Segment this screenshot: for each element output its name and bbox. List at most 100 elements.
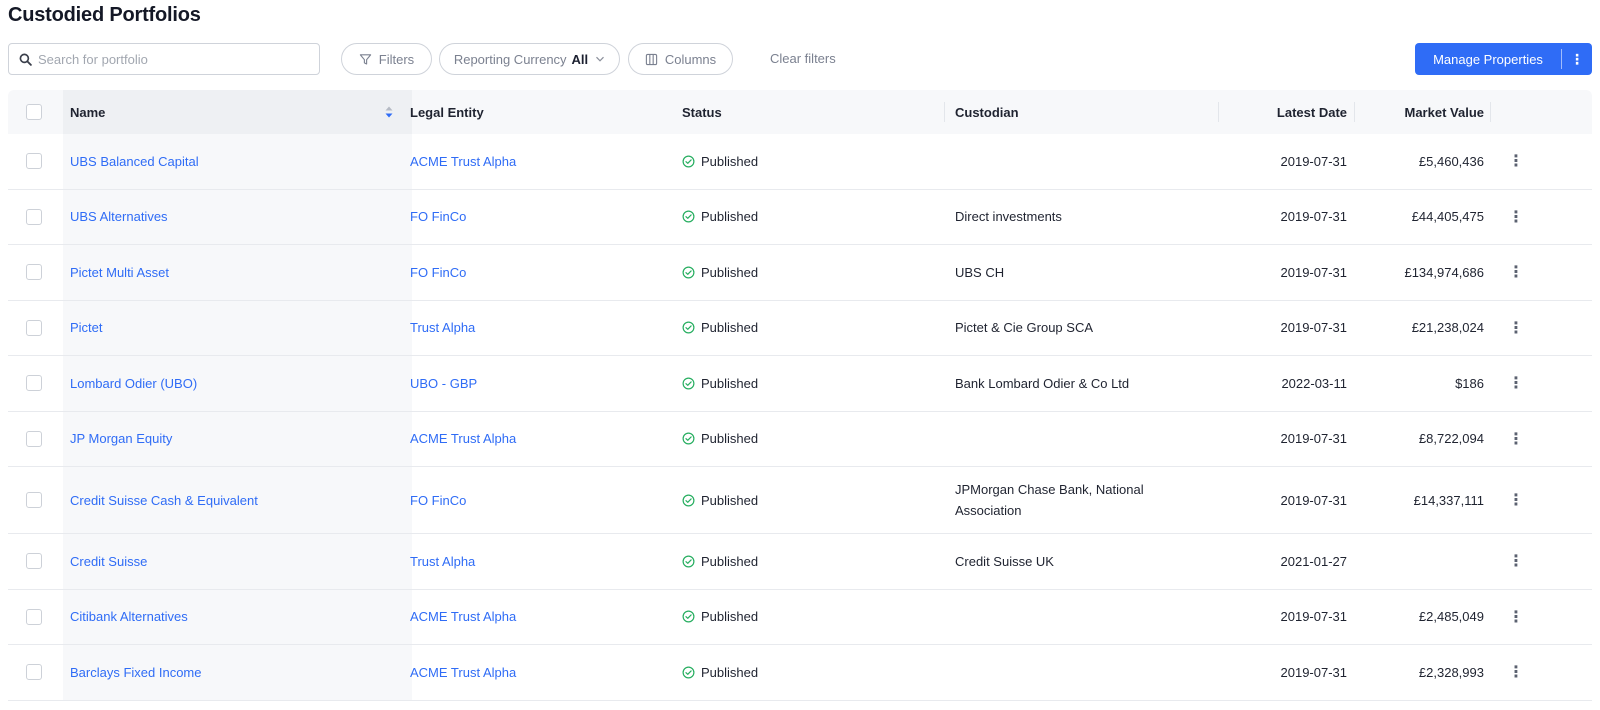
market-value-text: £44,405,475: [1411, 209, 1484, 225]
header-latest-date[interactable]: Latest Date: [1228, 90, 1347, 134]
row-checkbox[interactable]: [26, 492, 42, 508]
portfolio-name-link[interactable]: Citibank Alternatives: [70, 590, 188, 645]
table-row[interactable]: Credit Suisse Trust Alpha Published Cred…: [8, 534, 1592, 590]
legal-entity-link[interactable]: Trust Alpha: [410, 301, 475, 356]
kebab-icon[interactable]: ⋮: [1562, 51, 1592, 68]
status-cell: Published: [682, 412, 758, 467]
kebab-icon[interactable]: ⋮: [1508, 590, 1524, 645]
market-value-text: £8,722,094: [1418, 431, 1484, 447]
table-row[interactable]: UBS Balanced Capital ACME Trust Alpha Pu…: [8, 134, 1592, 190]
legal-entity-link[interactable]: FO FinCo: [410, 245, 466, 300]
search-box[interactable]: [8, 43, 320, 75]
legal-entity-link[interactable]: ACME Trust Alpha: [410, 590, 516, 645]
sort-icon[interactable]: [384, 90, 394, 134]
row-select-cell: [26, 412, 42, 467]
kebab-icon[interactable]: ⋮: [1508, 190, 1524, 245]
kebab-icon[interactable]: ⋮: [1508, 645, 1524, 700]
columns-button[interactable]: Columns: [628, 43, 733, 75]
legal-entity-link[interactable]: UBO - GBP: [410, 356, 477, 411]
legal-entity-link[interactable]: Trust Alpha: [410, 534, 475, 589]
header-custodian[interactable]: Custodian: [955, 90, 1019, 134]
reporting-currency-select[interactable]: Reporting Currency All: [439, 43, 620, 75]
check-circle-icon: [682, 155, 695, 168]
legal-entity-link[interactable]: ACME Trust Alpha: [410, 645, 516, 700]
latest-date-text: 2019-07-31: [1280, 153, 1348, 169]
portfolio-name-link[interactable]: JP Morgan Equity: [70, 412, 172, 467]
check-circle-icon: [682, 494, 695, 506]
portfolio-name-link[interactable]: Credit Suisse: [70, 534, 147, 589]
row-checkbox[interactable]: [26, 153, 42, 170]
portfolio-name-link[interactable]: Barclays Fixed Income: [70, 645, 202, 700]
row-checkbox[interactable]: [26, 664, 42, 681]
row-checkbox[interactable]: [26, 264, 42, 281]
filters-button[interactable]: Filters: [341, 43, 432, 75]
header-legal-entity[interactable]: Legal Entity: [410, 90, 484, 134]
legal-entity-link[interactable]: ACME Trust Alpha: [410, 134, 516, 189]
table-row[interactable]: Pictet Multi Asset FO FinCo Published UB…: [8, 245, 1592, 301]
latest-date-text: 2019-07-31: [1280, 209, 1348, 225]
portfolio-name-link[interactable]: Pictet: [70, 301, 103, 356]
market-value-text: £14,337,111: [1413, 492, 1484, 508]
reporting-currency-value: All: [571, 51, 589, 67]
portfolio-name-link[interactable]: UBS Balanced Capital: [70, 134, 199, 189]
search-input[interactable]: [38, 51, 308, 67]
table-body: UBS Balanced Capital ACME Trust Alpha Pu…: [8, 134, 1592, 701]
status-text: Published: [701, 553, 759, 569]
table-row[interactable]: Citibank Alternatives ACME Trust Alpha P…: [8, 589, 1592, 645]
row-checkbox[interactable]: [26, 430, 42, 447]
table-row[interactable]: Pictet Trust Alpha Published Pictet & Ci…: [8, 300, 1592, 356]
portfolio-name-link[interactable]: Lombard Odier (UBO): [70, 356, 197, 411]
table-row[interactable]: Lombard Odier (UBO) UBO - GBP Published …: [8, 356, 1592, 412]
custodian-text: [955, 134, 1185, 189]
latest-date-text: 2019-07-31: [1280, 264, 1348, 280]
legal-entity-link[interactable]: FO FinCo: [410, 467, 466, 533]
latest-date-text: 2019-07-31: [1280, 609, 1348, 625]
select-all-checkbox[interactable]: [26, 104, 42, 120]
row-checkbox[interactable]: [26, 319, 42, 336]
portfolio-name-link[interactable]: Pictet Multi Asset: [70, 245, 169, 300]
header-status[interactable]: Status: [682, 90, 722, 134]
row-checkbox[interactable]: [26, 608, 42, 625]
table-row[interactable]: UBS Alternatives FO FinCo Published Dire…: [8, 189, 1592, 245]
market-value-text: £5,460,436: [1418, 153, 1484, 169]
market-value-text: £134,974,686: [1404, 264, 1484, 280]
header-name[interactable]: Name: [70, 90, 105, 134]
row-checkbox[interactable]: [26, 553, 42, 570]
portfolio-name-link[interactable]: Credit Suisse Cash & Equivalent: [70, 467, 258, 533]
kebab-icon[interactable]: ⋮: [1508, 356, 1524, 411]
legal-entity-link[interactable]: FO FinCo: [410, 190, 466, 245]
manage-properties-label[interactable]: Manage Properties: [1415, 52, 1561, 67]
legal-entity-link[interactable]: ACME Trust Alpha: [410, 412, 516, 467]
clear-filters-link[interactable]: Clear filters: [770, 51, 836, 66]
check-circle-icon: [682, 377, 695, 390]
row-checkbox[interactable]: [26, 375, 42, 392]
custodian-text: Bank Lombard Odier & Co Ltd: [955, 375, 1130, 391]
header-market-value[interactable]: Market Value: [1364, 90, 1485, 134]
custodian-text: [955, 645, 1185, 700]
kebab-icon[interactable]: ⋮: [1508, 467, 1524, 533]
table-header: Name Legal Entity Status Custodian Lates…: [8, 90, 1592, 134]
portfolio-name-link[interactable]: UBS Alternatives: [70, 190, 168, 245]
market-value-text: $186: [1455, 375, 1484, 391]
table-row[interactable]: Credit Suisse Cash & Equivalent FO FinCo…: [8, 467, 1592, 534]
latest-date-text: 2019-07-31: [1280, 431, 1348, 447]
table-row[interactable]: JP Morgan Equity ACME Trust Alpha Publis…: [8, 411, 1592, 467]
kebab-icon[interactable]: ⋮: [1508, 412, 1524, 467]
manage-properties-button[interactable]: Manage Properties ⋮: [1415, 43, 1592, 75]
row-checkbox[interactable]: [26, 208, 42, 225]
filters-label: Filters: [378, 51, 415, 67]
kebab-icon[interactable]: ⋮: [1508, 534, 1524, 589]
kebab-icon[interactable]: ⋮: [1508, 245, 1524, 300]
kebab-icon[interactable]: ⋮: [1508, 301, 1524, 356]
page-title: Custodied Portfolios: [8, 4, 201, 26]
row-select-cell: [26, 134, 42, 189]
row-select-cell: [26, 590, 42, 645]
row-select-cell: [26, 645, 42, 700]
custodian-text: Direct investments: [955, 209, 1062, 225]
column-divider: [1354, 102, 1355, 122]
status-cell: Published: [682, 645, 758, 700]
status-cell: Published: [682, 245, 758, 300]
table-row[interactable]: Barclays Fixed Income ACME Trust Alpha P…: [8, 645, 1592, 701]
kebab-icon[interactable]: ⋮: [1508, 134, 1524, 189]
check-circle-icon: [682, 555, 695, 568]
